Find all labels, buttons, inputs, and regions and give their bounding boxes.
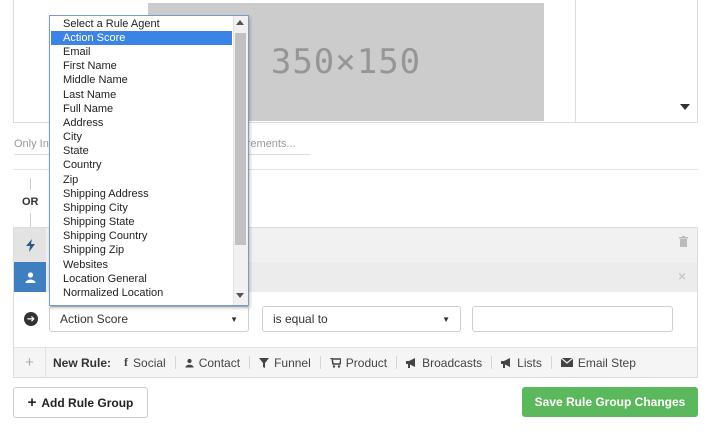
dropdown-option[interactable]: Middle Name (51, 73, 232, 87)
dropdown-option[interactable]: Select a Rule Agent (51, 17, 232, 31)
dropdown-option[interactable]: Websites (51, 258, 232, 272)
megaphone-icon (501, 357, 512, 368)
chevron-down-icon: ▼ (230, 314, 238, 324)
new-rule-label: New Rule: (53, 355, 112, 370)
dropdown-option[interactable]: Full Name (51, 102, 232, 116)
add-rule-group-label: Add Rule Group (41, 395, 134, 410)
operator-select[interactable]: is equal to ▼ (262, 306, 461, 332)
cart-icon (329, 357, 341, 368)
rule-value-input[interactable] (472, 306, 673, 332)
scroll-up-icon[interactable] (236, 20, 244, 25)
trash-icon[interactable] (679, 236, 689, 248)
panel-divider (575, 0, 576, 123)
dropdown-option[interactable]: Zip (51, 173, 232, 187)
scroll-down-icon[interactable] (236, 293, 244, 298)
dropdown-option[interactable]: State (51, 144, 232, 158)
dropdown-option[interactable]: Last Name (51, 88, 232, 102)
new-rule-contact[interactable]: Contact (174, 356, 249, 370)
panel-dropdown-arrow-icon[interactable] (680, 104, 690, 110)
user-icon (185, 358, 194, 368)
plus-icon[interactable]: + (14, 347, 46, 378)
rule-agent-select[interactable]: Action Score ▼ (49, 306, 249, 332)
envelope-icon (560, 358, 573, 367)
arrow-circle-right-icon: ➜ (24, 312, 38, 326)
save-rule-group-label: Save Rule Group Changes (534, 395, 686, 409)
dropdown-scrollbar-thumb[interactable] (235, 33, 246, 245)
dropdown-option[interactable]: Normalized Location (51, 286, 232, 300)
new-rule-social[interactable]: f Social (115, 355, 175, 370)
rule-agent-value: Action Score (60, 312, 129, 326)
dropdown-option[interactable]: Shipping City (51, 201, 232, 215)
close-icon[interactable]: × (678, 268, 686, 284)
user-icon (14, 262, 46, 292)
dropdown-option[interactable]: Address (51, 116, 232, 130)
dropdown-option[interactable]: First Name (51, 59, 232, 73)
dropdown-option[interactable]: Location General (51, 272, 232, 286)
placeholder-text: 350×150 (270, 42, 422, 82)
add-rule-group-button[interactable]: + Add Rule Group (13, 387, 148, 418)
or-label: OR (22, 196, 39, 208)
rule-agent-dropdown-list[interactable]: Select a Rule Agent Action Score Email F… (49, 15, 249, 306)
dropdown-option[interactable]: City (51, 130, 232, 144)
save-rule-group-button[interactable]: Save Rule Group Changes (522, 387, 698, 417)
plus-icon: + (27, 394, 37, 411)
connector-line-bottom (30, 213, 31, 227)
facebook-icon: f (124, 355, 129, 369)
new-rule-funnel[interactable]: Funnel (249, 356, 320, 370)
connector-line-top (30, 178, 31, 190)
dropdown-option[interactable]: Email (51, 45, 232, 59)
new-rule-product[interactable]: Product (319, 356, 396, 370)
operator-value: is equal to (273, 312, 328, 326)
dropdown-option[interactable]: Shipping Zip (51, 243, 232, 257)
chevron-down-icon: ▼ (442, 314, 450, 324)
helper-text-left: Only Inc (14, 138, 54, 150)
new-rule-broadcasts[interactable]: Broadcasts (396, 356, 491, 370)
new-rule-bar: + New Rule: f Social Contact Funnel Prod… (14, 347, 697, 378)
new-rule-lists[interactable]: Lists (491, 356, 551, 370)
dropdown-option[interactable]: Shipping State (51, 215, 232, 229)
dropdown-option[interactable]: Shipping Country (51, 229, 232, 243)
dropdown-option[interactable]: Shipping Address (51, 187, 232, 201)
bolt-icon (14, 228, 46, 262)
dropdown-option-selected[interactable]: Action Score (51, 31, 232, 45)
megaphone-icon (406, 357, 417, 368)
new-rule-email-step[interactable]: Email Step (550, 356, 645, 370)
filter-icon (259, 357, 270, 368)
dropdown-option[interactable]: Country (51, 158, 232, 172)
